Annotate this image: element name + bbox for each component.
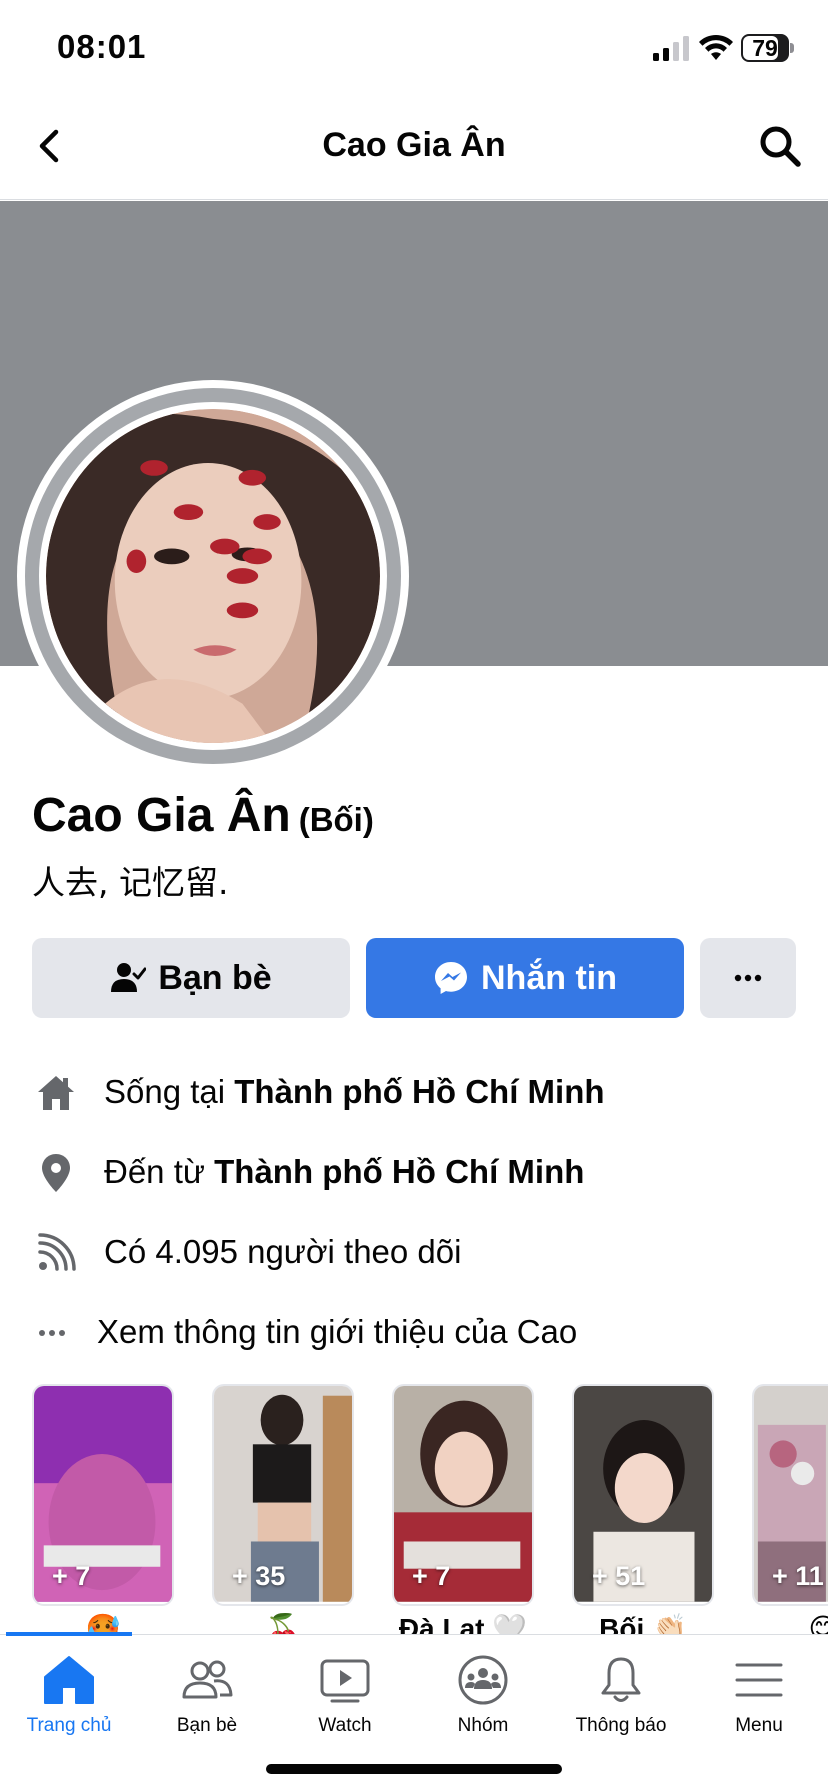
highlight-count: + 11 [772, 1561, 824, 1591]
followers-rss-icon [38, 1233, 76, 1271]
battery-percentage: 79 [752, 35, 778, 61]
profile-name: Cao Gia Ân [32, 789, 291, 842]
messenger-icon [435, 962, 467, 994]
detail-value: Thành phố Hồ Chí Minh [214, 1153, 585, 1190]
highlight-label: Đà Lạt 🤍 [398, 1613, 528, 1634]
profile-name-row: Cao Gia Ân (Bối) [32, 788, 374, 843]
friends-button-label: Bạn bè [158, 958, 272, 997]
detail-value: Thành phố Hồ Chí Minh [234, 1073, 605, 1110]
detail-prefix: Đến từ [104, 1153, 215, 1190]
tab-menu[interactable]: Menu [690, 1653, 828, 1763]
profile-photo-image [46, 409, 380, 743]
friends-button[interactable]: Bạn bè [32, 938, 350, 1018]
see-about-text: Xem thông tin giới thiệu của Cao [97, 1313, 578, 1350]
home-icon [38, 1076, 74, 1110]
watch-play-icon [320, 1659, 370, 1703]
groups-icon [458, 1655, 508, 1705]
page-title: Cao Gia Ân [322, 126, 506, 164]
tab-home[interactable]: Trang chủ [0, 1653, 138, 1763]
friends-icon [182, 1660, 233, 1699]
highlight-item[interactable]: + 51 [572, 1384, 714, 1606]
friend-check-icon [111, 963, 147, 992]
highlight-label: Bối 👏🏻 [599, 1613, 687, 1634]
more-options-button[interactable] [700, 938, 796, 1018]
profile-bio: 人去, 记忆留. [32, 863, 229, 902]
profile-alt-name: (Bối) [298, 801, 374, 838]
highlight-count: + 7 [412, 1561, 451, 1591]
featured-highlights: + 7 🥵 + 35 🍒 + 7 Đà Lạt 🤍 + 51 Bối 👏🏻 + … [0, 1384, 828, 1634]
wifi-icon [699, 34, 733, 60]
detail-followers[interactable]: Có 4.095 người theo dõi [0, 1223, 828, 1283]
more-dots-icon [734, 974, 762, 982]
battery-icon: 79 [741, 34, 794, 62]
tab-label: Bạn bè [176, 1715, 238, 1736]
cellular-signal-icon [653, 36, 689, 61]
detail-from: Đến từ Thành phố Hồ Chí Minh [0, 1143, 828, 1203]
detail-lives-in: Sống tại Thành phố Hồ Chí Minh [0, 1063, 828, 1123]
tab-groups[interactable]: Nhóm [414, 1653, 552, 1763]
location-pin-icon [42, 1154, 70, 1192]
highlight-count: + 51 [592, 1561, 646, 1591]
tab-label: Nhóm [457, 1715, 509, 1736]
home-indicator[interactable] [266, 1764, 562, 1774]
search-icon[interactable] [758, 124, 802, 168]
profile-picture[interactable] [17, 380, 409, 772]
highlight-item[interactable]: + 7 [32, 1384, 174, 1606]
tab-label: Thông báo [575, 1715, 667, 1736]
highlight-count: + 7 [52, 1561, 91, 1591]
highlight-item[interactable]: + 7 [392, 1384, 534, 1606]
tab-watch[interactable]: Watch [276, 1653, 414, 1763]
detail-prefix: Sống tại [104, 1073, 235, 1110]
highlight-label: 😊 [808, 1613, 828, 1634]
message-button-label: Nhắn tin [481, 958, 617, 997]
detail-followers-text: Có 4.095 người theo dõi [104, 1233, 462, 1270]
highlight-label: 🥵 [85, 1613, 121, 1634]
highlight-label: 🍒 [265, 1613, 301, 1634]
menu-hamburger-icon [735, 1663, 783, 1697]
tab-label: Menu [735, 1715, 783, 1736]
more-dots-icon [39, 1330, 65, 1336]
tab-notifications[interactable]: Thông báo [552, 1653, 690, 1763]
status-time: 08:01 [57, 28, 147, 65]
active-tab-indicator [6, 1632, 132, 1636]
tab-label: Trang chủ [26, 1715, 112, 1736]
see-about-link[interactable]: Xem thông tin giới thiệu của Cao [0, 1303, 828, 1363]
bell-icon [601, 1657, 641, 1702]
highlight-item[interactable]: + 11 [752, 1384, 828, 1606]
tab-friends[interactable]: Bạn bè [138, 1653, 276, 1763]
profile-header: Cao Gia Ân [0, 96, 828, 200]
status-bar: 08:01 79 [0, 0, 828, 96]
message-button[interactable]: Nhắn tin [366, 938, 684, 1018]
highlight-item[interactable]: + 35 [212, 1384, 354, 1606]
highlight-count: + 35 [232, 1561, 286, 1591]
tab-label: Watch [318, 1715, 372, 1736]
home-icon [44, 1656, 94, 1704]
